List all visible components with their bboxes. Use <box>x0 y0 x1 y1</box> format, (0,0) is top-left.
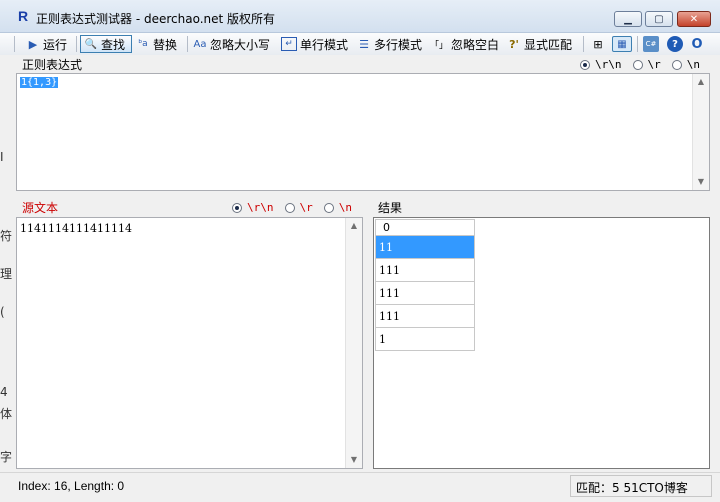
toolbar: ▶ 运行 🔍 查找 ᵇa 替换 Aa 忽略大小写 ↵ 单行模式 ☰ 多行模式 「… <box>0 33 720 55</box>
source-scrollbar[interactable]: ▲ ▼ <box>345 218 362 468</box>
toolbar-separator <box>76 36 77 52</box>
single-line-label: 单行模式 <box>300 37 349 52</box>
csharp-button[interactable]: C# <box>643 36 659 52</box>
source-newline-lf-label: \n <box>338 201 352 214</box>
toolbar-separator <box>187 36 188 52</box>
background-char: 体 <box>0 407 13 421</box>
csharp-icon: C# <box>645 40 657 48</box>
scroll-down-icon[interactable]: ▼ <box>693 174 709 190</box>
regex-label: 正则表达式 <box>22 58 83 72</box>
result-row[interactable]: 111 <box>375 282 475 305</box>
replace-button[interactable]: ᵇa 替换 <box>136 35 177 53</box>
background-char: 符 <box>0 229 13 243</box>
find-label: 查找 <box>101 37 126 52</box>
regex-input[interactable]: 1{1,3} ▲ ▼ <box>16 73 710 191</box>
status-bar: Index: 16, Length: 0 匹配：5 51CTO博客 <box>0 472 720 502</box>
run-button[interactable]: ▶ 运行 <box>26 35 67 53</box>
background-char: 理 <box>0 267 13 281</box>
play-icon: ▶ <box>28 37 38 51</box>
scroll-down-icon[interactable]: ▼ <box>346 452 362 468</box>
explicit-capture-label: 显式匹配 <box>524 37 573 52</box>
magnifier-icon: 🔍 <box>84 38 98 50</box>
minimize-button[interactable]: ▁ <box>614 11 642 27</box>
background-char: 4 <box>0 385 8 399</box>
regex-newline-crlf-radio[interactable] <box>580 59 590 70</box>
ignore-whitespace-label: 忽略空白 <box>451 37 500 52</box>
window-title: 正则表达式测试器 - deerchao.net 版权所有 <box>36 12 276 26</box>
tree-view-button[interactable]: ⊞ <box>590 36 606 52</box>
case-icon: Aa <box>193 38 207 50</box>
find-button[interactable]: 🔍 查找 <box>80 35 132 53</box>
results-column-header[interactable]: 0 <box>375 219 475 236</box>
results-label: 结果 <box>378 201 403 215</box>
source-input[interactable]: 1141114111411114 ▲ ▼ <box>16 217 363 469</box>
whitespace-icon: 「」 <box>430 40 449 51</box>
ignore-whitespace-toggle[interactable]: 「」 忽略空白 <box>430 35 499 53</box>
results-table: 0 11 111 111 111 1 <box>375 219 475 351</box>
ignore-case-label: 忽略大小写 <box>210 37 271 52</box>
results-grid: 0 11 111 111 111 1 <box>373 217 710 469</box>
o-icon: O <box>691 36 703 52</box>
app-icon: R <box>18 8 29 24</box>
regex-newline-cr-label: \r <box>647 58 661 71</box>
source-newline-cr-label: \r <box>299 201 313 214</box>
status-match-count: 匹配：5 51CTO博客 <box>576 481 688 495</box>
toolbar-grip <box>14 36 15 52</box>
regex-newline-lf-radio[interactable] <box>671 59 682 70</box>
maximize-icon: ▢ <box>654 13 664 25</box>
regex-newline-lf-label: \n <box>686 58 700 71</box>
background-char: ( <box>0 305 5 319</box>
tree-icon: ⊞ <box>593 37 603 51</box>
multi-line-label: 多行模式 <box>374 37 423 52</box>
ignore-case-toggle[interactable]: Aa 忽略大小写 <box>193 35 271 53</box>
result-row[interactable]: 111 <box>375 259 475 282</box>
close-icon: ✕ <box>689 13 699 25</box>
source-newline-options: \r\n \r \n <box>226 201 352 214</box>
explicit-capture-icon: ?' <box>509 37 519 51</box>
source-newline-lf-radio[interactable] <box>323 202 334 213</box>
help-icon: ? <box>672 38 678 50</box>
close-button[interactable]: ✕ <box>677 11 711 27</box>
about-button[interactable]: O <box>689 36 705 52</box>
toolbar-separator <box>583 36 584 52</box>
result-row[interactable]: 1 <box>375 328 475 351</box>
single-line-icon: ↵ <box>281 37 297 51</box>
regex-scrollbar[interactable]: ▲ ▼ <box>692 74 709 190</box>
run-label: 运行 <box>43 37 68 52</box>
toolbar-separator <box>637 36 638 52</box>
source-label: 源文本 <box>22 201 59 215</box>
explicit-capture-toggle[interactable]: ?' 显式匹配 <box>507 35 572 53</box>
multi-line-toggle[interactable]: ☰ 多行模式 <box>357 35 422 53</box>
single-line-toggle[interactable]: ↵ 单行模式 <box>281 35 348 53</box>
maximize-button[interactable]: ▢ <box>645 11 673 27</box>
replace-icon: ᵇa <box>138 39 148 49</box>
regex-newline-crlf-label: \r\n <box>595 58 622 71</box>
regex-newline-options: \r\n \r \n <box>574 58 700 71</box>
scroll-up-icon[interactable]: ▲ <box>346 218 362 234</box>
background-char: 字 <box>0 450 13 464</box>
background-char: I <box>0 150 4 164</box>
help-button[interactable]: ? <box>667 36 683 52</box>
source-value: 1141114111411114 <box>20 222 132 235</box>
table-view-button[interactable]: ▦ <box>612 36 632 52</box>
title-bar: R 正则表达式测试器 - deerchao.net 版权所有 ▁ ▢ ✕ <box>0 0 720 33</box>
regex-newline-cr-radio[interactable] <box>632 59 643 70</box>
minimize-icon: ▁ <box>624 13 632 25</box>
regex-value: 1{1,3} <box>20 77 59 88</box>
result-row[interactable]: 11 <box>375 236 475 259</box>
status-index-length: Index: 16, Length: 0 <box>18 479 125 493</box>
scroll-up-icon[interactable]: ▲ <box>693 74 709 90</box>
source-newline-crlf-radio[interactable] <box>232 202 242 213</box>
multi-line-icon: ☰ <box>359 37 369 51</box>
source-newline-cr-radio[interactable] <box>284 202 295 213</box>
result-row[interactable]: 111 <box>375 305 475 328</box>
table-icon: ▦ <box>617 38 627 50</box>
background-window-edge: I 符 理 ( 4 体 字 <box>0 55 12 472</box>
replace-label: 替换 <box>153 37 178 52</box>
source-newline-crlf-label: \r\n <box>247 201 274 214</box>
